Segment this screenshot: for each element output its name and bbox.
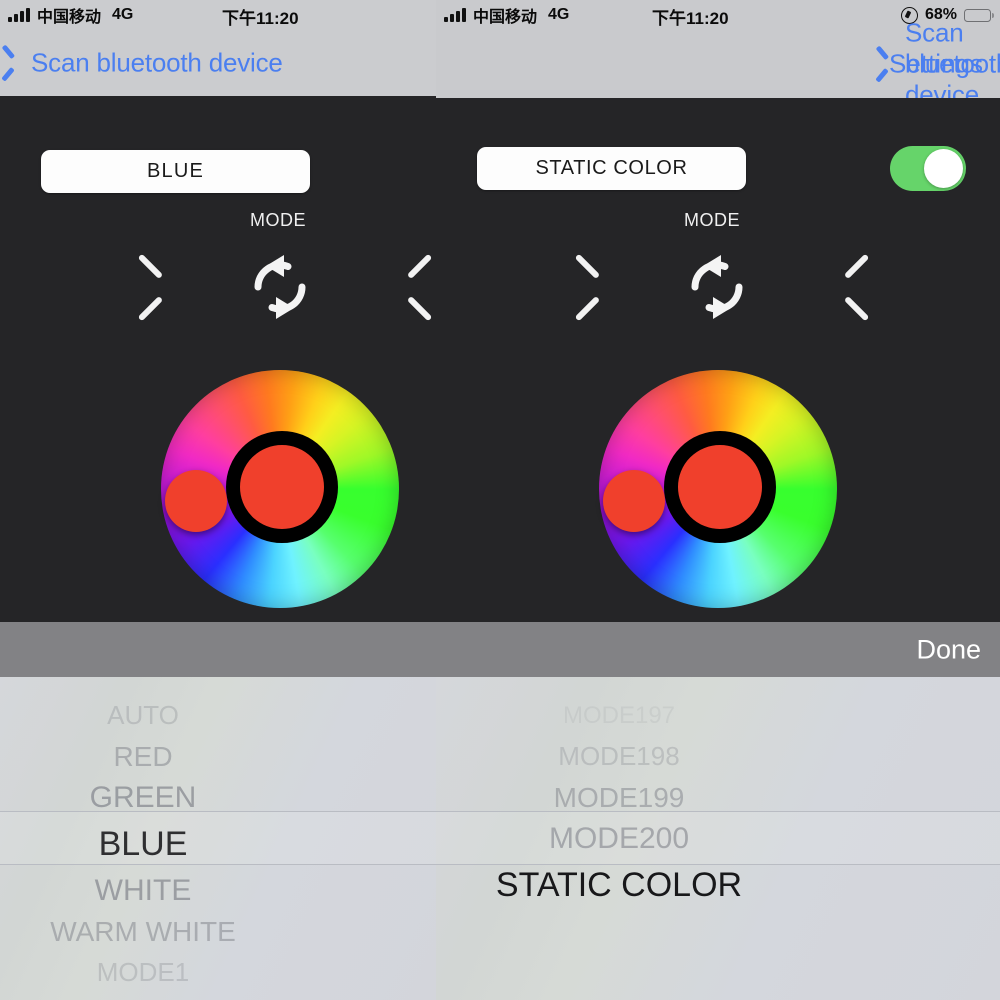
nav-bar: Scan bluetooth device (0, 30, 436, 96)
picker-item-selected[interactable]: BLUE (0, 818, 436, 870)
done-button[interactable]: Done (916, 634, 981, 665)
mode-value-button[interactable]: BLUE (41, 150, 310, 193)
picker-item[interactable]: GREEN (0, 777, 436, 818)
picker-item[interactable]: MODE197 (436, 695, 1000, 736)
chevron-right-icon[interactable] (375, 261, 415, 311)
mode-stepper-row (436, 251, 1000, 321)
chevron-left-icon (11, 51, 25, 76)
signal-bars-icon (444, 8, 466, 22)
network-type-label: 4G (548, 6, 570, 23)
chevron-right-icon[interactable] (812, 261, 852, 311)
status-left-group: 中国移动 4G (8, 1, 133, 29)
status-bar: 中国移动 4G 下午11:20 (0, 0, 436, 30)
picker-item[interactable]: MODE198 (436, 736, 1000, 777)
picker-item[interactable]: MODE1 (0, 952, 436, 993)
back-button-label: Scan bluetooth device (31, 47, 283, 78)
chevron-left-icon[interactable] (592, 261, 632, 311)
color-preview-swatch[interactable] (226, 431, 338, 543)
mode-value-button[interactable]: STATIC COLOR (477, 147, 746, 190)
picker-toolbar: Done (436, 622, 1000, 677)
color-preview-swatch[interactable] (664, 431, 776, 543)
power-toggle[interactable] (890, 146, 966, 191)
picker-item[interactable]: MODE2 (0, 993, 436, 1000)
settings-button[interactable]: Settings (889, 49, 983, 80)
controls-area: STATIC COLOR MODE (436, 98, 1000, 622)
mode-picker-wheel[interactable]: MODE197 MODE198 MODE199 MODE200 STATIC C… (436, 677, 1000, 1000)
back-button[interactable]: Scan bluetooth device (11, 48, 283, 79)
color-wheel[interactable] (161, 370, 399, 608)
clock-label: 下午11:20 (222, 8, 299, 28)
color-wheel-handle[interactable] (603, 470, 665, 532)
picker-rows: AUTO RED GREEN BLUE WHITE WARM WHITE MOD… (0, 695, 436, 1000)
phone-screenshot-right: 中国移动 4G 下午11:20 68% Scan bluetooth devic… (436, 0, 1000, 1000)
picker-item[interactable]: AUTO (0, 695, 436, 736)
carrier-label: 中国移动 (37, 9, 102, 26)
picker-item[interactable]: MODE200 (436, 818, 1000, 859)
screenshot-stage: 中国移动 4G 下午11:20 Scan bluetooth device BL… (0, 0, 1000, 1000)
mode-caption: MODE (684, 210, 740, 230)
network-type-label: 4G (112, 6, 134, 23)
picker-toolbar (0, 622, 436, 677)
phone-screenshot-left: 中国移动 4G 下午11:20 Scan bluetooth device BL… (0, 0, 436, 1000)
picker-item[interactable]: RED (0, 736, 436, 777)
controls-area: BLUE MODE (0, 96, 436, 622)
mode-picker-wheel[interactable]: AUTO RED GREEN BLUE WHITE WARM WHITE MOD… (0, 677, 436, 1000)
picker-item[interactable]: WARM WHITE (0, 911, 436, 952)
signal-bars-icon (8, 8, 30, 22)
picker-item[interactable]: WHITE (0, 870, 436, 911)
picker-item-selected[interactable]: STATIC COLOR (436, 859, 1000, 911)
refresh-loop-icon[interactable] (681, 251, 753, 323)
color-wheel[interactable] (599, 370, 837, 608)
nav-bar: Scan bluetooth device Settings (436, 18, 1000, 110)
mode-stepper-row (0, 251, 436, 321)
picker-item[interactable]: MODE199 (436, 777, 1000, 818)
status-left-group: 中国移动 4G (444, 1, 569, 29)
chevron-left-icon[interactable] (155, 261, 195, 311)
color-wheel-handle[interactable] (165, 470, 227, 532)
refresh-loop-icon[interactable] (244, 251, 316, 323)
toggle-knob (924, 149, 963, 188)
mode-caption: MODE (250, 210, 306, 230)
clock-label: 下午11:20 (652, 8, 729, 28)
picker-rows: MODE197 MODE198 MODE199 MODE200 STATIC C… (436, 695, 1000, 911)
carrier-label: 中国移动 (473, 9, 538, 26)
